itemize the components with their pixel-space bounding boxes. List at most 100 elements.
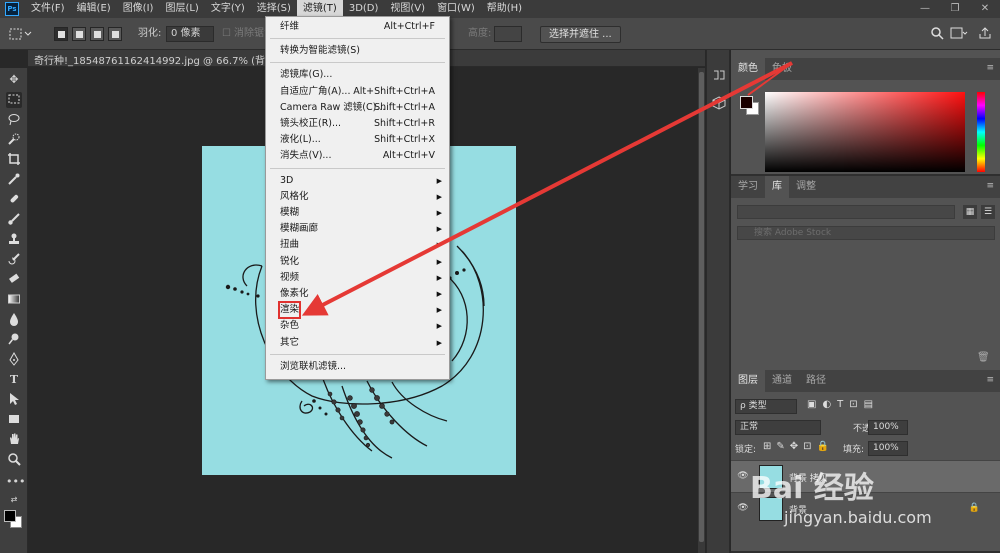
panel-menu-icon[interactable]: ≡ <box>986 375 994 385</box>
tab-adjustments[interactable]: 调整 <box>789 176 823 198</box>
blur-tool-icon[interactable] <box>6 312 22 328</box>
opacity-input[interactable]: 100% <box>868 420 908 435</box>
filter-menu-item[interactable]: 液化(L)... Shift+Ctrl+X <box>267 132 448 148</box>
height-input[interactable] <box>494 26 522 42</box>
foreground-color-chip[interactable] <box>740 96 753 109</box>
history-brush-tool-icon[interactable] <box>6 252 22 268</box>
intersect-selection-button[interactable] <box>108 27 122 41</box>
fill-input[interactable]: 100% <box>868 441 908 456</box>
panel-menu-icon[interactable]: ≡ <box>986 63 994 73</box>
list-view-icon[interactable]: ☰ <box>981 205 995 219</box>
search-icon[interactable] <box>930 26 944 42</box>
filter-menu-item[interactable]: 渲染 ▶ <box>267 301 448 320</box>
menu-layer[interactable]: 图层(L) <box>159 0 204 18</box>
rectangle-tool-icon[interactable] <box>6 412 22 428</box>
healing-brush-tool-icon[interactable] <box>6 192 22 208</box>
filter-menu-item[interactable]: 自适应广角(A)... Alt+Shift+Ctrl+A <box>267 84 448 100</box>
tab-learn[interactable]: 学习 <box>731 176 765 198</box>
library-panel-tabs: 学习 库 调整 <box>731 176 1000 198</box>
anti-alias-checkbox[interactable]: ☐ <box>222 26 231 42</box>
eraser-tool-icon[interactable] <box>6 272 22 288</box>
menu-type[interactable]: 文字(Y) <box>205 0 251 18</box>
eyedropper-tool-icon[interactable] <box>6 172 22 188</box>
visibility-eye-icon[interactable]: 👁 <box>737 502 749 514</box>
submenu-arrow-icon: ▶ <box>436 322 442 331</box>
close-button[interactable]: ✕ <box>970 0 1000 18</box>
panel-menu-icon[interactable]: ≡ <box>986 181 994 191</box>
subtract-selection-button[interactable] <box>90 27 104 41</box>
tab-paths[interactable]: 路径 <box>799 370 833 392</box>
grid-view-icon[interactable]: ▦ <box>963 205 977 219</box>
move-tool-icon[interactable]: ✥ <box>6 72 22 88</box>
visibility-eye-icon[interactable]: 👁 <box>737 470 749 482</box>
filter-menu-item[interactable]: Camera Raw 滤镜(C)... Shift+Ctrl+A <box>267 100 448 116</box>
filter-menu-item[interactable]: 风格化 ▶ <box>267 189 448 205</box>
filter-menu-item[interactable]: 扭曲 ▶ <box>267 237 448 253</box>
path-selection-tool-icon[interactable] <box>6 392 22 408</box>
edit-toolbar-icon[interactable]: ••• <box>6 474 25 490</box>
hand-tool-icon[interactable] <box>6 432 22 448</box>
lock-icons[interactable]: ⊞✎✥⊡🔒 <box>763 441 834 452</box>
restore-button[interactable]: ❐ <box>940 0 970 18</box>
add-selection-button[interactable] <box>72 27 86 41</box>
gradient-tool-icon[interactable] <box>6 292 22 308</box>
filter-menu-item[interactable]: 转换为智能滤镜(S) <box>267 43 448 59</box>
scrollbar-thumb[interactable] <box>699 72 704 542</box>
filter-menu-item[interactable]: 锐化 ▶ <box>267 254 448 270</box>
filter-menu-item[interactable]: 滤镜库(G)... <box>267 67 448 83</box>
blend-mode-select[interactable]: 正常 <box>735 420 821 435</box>
layer-row-background[interactable]: 👁 背景 🔒 <box>731 492 1000 524</box>
tab-color[interactable]: 颜色 <box>731 58 765 80</box>
layer-kind-filter[interactable]: ρ 类型 <box>735 399 797 414</box>
trash-icon[interactable]: 🗑 <box>977 352 990 363</box>
stock-search-input[interactable]: 搜索 Adobe Stock <box>737 226 995 240</box>
type-tool-icon[interactable]: T <box>6 372 22 388</box>
new-selection-button[interactable] <box>54 27 68 41</box>
workspace-icon[interactable] <box>950 26 968 42</box>
filter-menu-item[interactable]: 视频 ▶ <box>267 270 448 286</box>
filter-menu-item-label: 镜头校正(R)... <box>280 118 342 129</box>
layer-row-background-copy[interactable]: 👁 背景 拷贝 <box>731 460 1000 492</box>
quick-selection-tool-icon[interactable] <box>6 132 22 148</box>
filter-menu-item[interactable]: 浏览联机滤镜... <box>267 359 448 375</box>
brush-tool-icon[interactable] <box>6 212 22 228</box>
tab-layers[interactable]: 图层 <box>731 370 765 392</box>
filter-menu-item[interactable]: 模糊 ▶ <box>267 205 448 221</box>
menu-file[interactable]: 文件(F) <box>25 0 71 18</box>
minimize-button[interactable]: — <box>910 0 940 18</box>
filter-menu-item[interactable]: 纤维 Alt+Ctrl+F <box>267 19 448 35</box>
swap-colors-icon[interactable]: ⇄ <box>6 492 22 508</box>
filter-menu-item[interactable]: 像素化 ▶ <box>267 286 448 302</box>
crop-tool-icon[interactable] <box>6 152 22 168</box>
filter-menu-item[interactable]: 杂色 ▶ <box>267 318 448 334</box>
library-select[interactable] <box>737 205 955 219</box>
history-panel-icon[interactable] <box>711 68 727 84</box>
menu-image[interactable]: 图像(I) <box>117 0 160 18</box>
clone-stamp-tool-icon[interactable] <box>6 232 22 248</box>
3d-panel-icon[interactable] <box>711 96 727 112</box>
tab-channels[interactable]: 通道 <box>765 370 799 392</box>
dodge-tool-icon[interactable] <box>6 332 22 348</box>
tab-libraries[interactable]: 库 <box>765 176 789 198</box>
filter-menu-item[interactable]: 镜头校正(R)... Shift+Ctrl+R <box>267 116 448 132</box>
feather-input[interactable]: 0 像素 <box>166 26 214 42</box>
share-icon[interactable] <box>978 26 992 42</box>
select-and-mask-button[interactable]: 选择并遮住 ... <box>540 26 621 43</box>
filter-menu-item[interactable]: 3D ▶ <box>267 173 448 189</box>
filter-menu-item[interactable]: 模糊画廊 ▶ <box>267 221 448 237</box>
canvas-scrollbar[interactable] <box>698 68 705 553</box>
menu-edit[interactable]: 编辑(E) <box>71 0 117 18</box>
menu-help[interactable]: 帮助(H) <box>481 0 528 18</box>
lasso-tool-icon[interactable] <box>6 112 22 128</box>
layer-filter-icons[interactable]: ▣◐T⊡▤ <box>807 399 879 410</box>
marquee-preset-icon[interactable] <box>8 26 34 42</box>
rectangular-marquee-tool-icon[interactable] <box>6 92 22 108</box>
filter-menu-item[interactable]: 消失点(V)... Alt+Ctrl+V <box>267 148 448 164</box>
foreground-color-swatch[interactable] <box>4 510 16 522</box>
tab-swatches[interactable]: 色板 <box>765 58 799 80</box>
color-spectrum-field[interactable] <box>765 92 965 172</box>
filter-menu-item[interactable]: 其它 ▶ <box>267 335 448 351</box>
zoom-tool-icon[interactable] <box>6 452 22 468</box>
pen-tool-icon[interactable] <box>6 351 22 368</box>
hue-slider[interactable] <box>977 92 985 172</box>
